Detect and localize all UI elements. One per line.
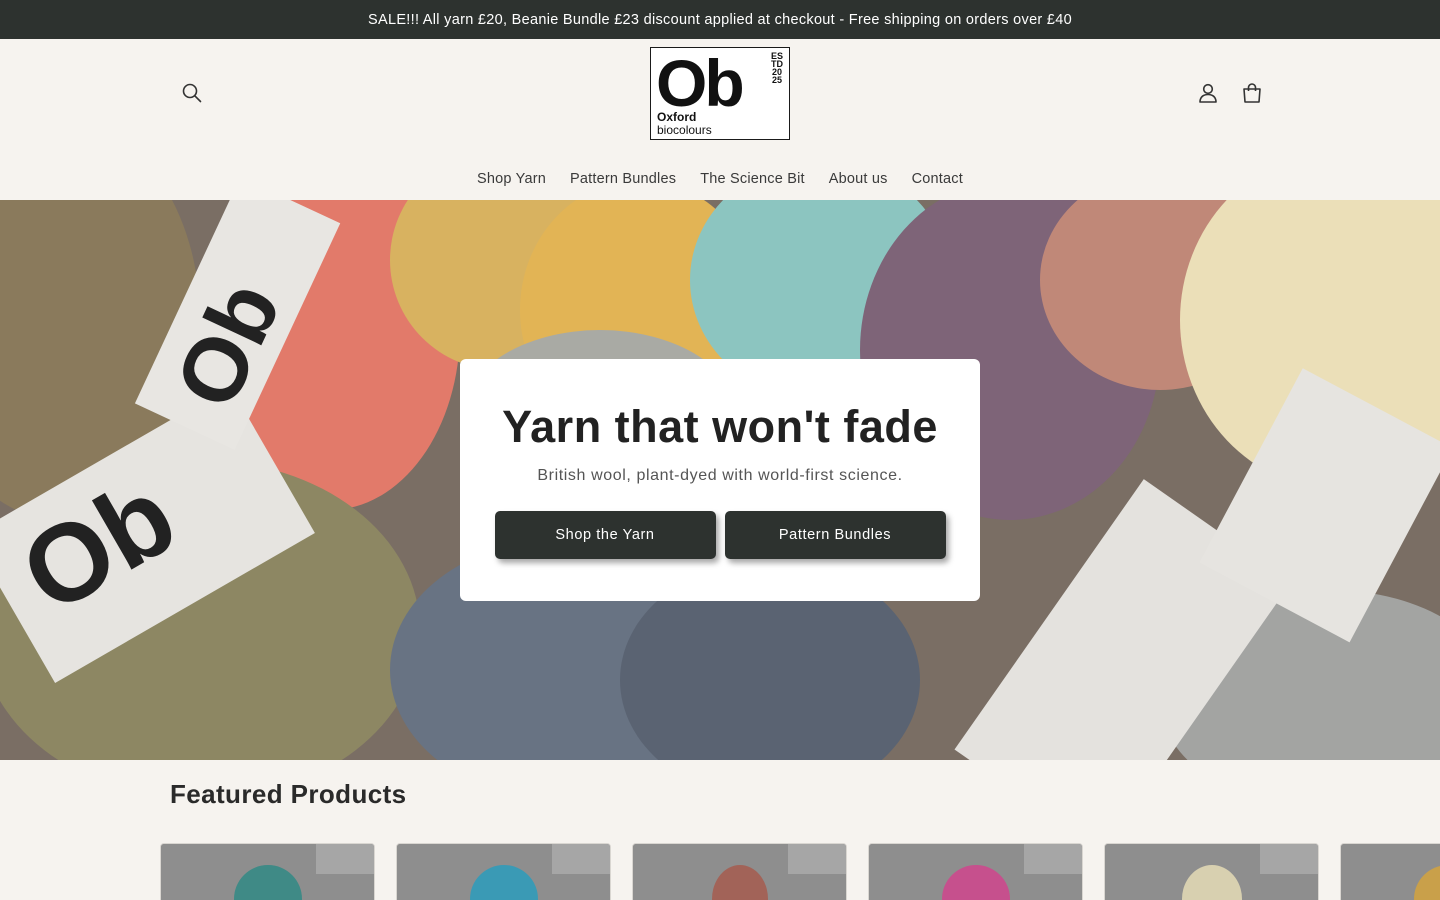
cart-button[interactable] bbox=[1232, 73, 1272, 113]
featured-products-grid bbox=[160, 843, 1440, 900]
logo-mark: Ob bbox=[656, 46, 745, 120]
user-icon bbox=[1199, 83, 1217, 103]
product-card[interactable] bbox=[1104, 843, 1319, 900]
nav-item-about-us[interactable]: About us bbox=[817, 167, 900, 191]
account-button[interactable] bbox=[1188, 73, 1228, 113]
product-card[interactable] bbox=[396, 843, 611, 900]
shop-the-yarn-button[interactable]: Shop the Yarn bbox=[494, 511, 716, 559]
search-button[interactable] bbox=[172, 73, 212, 113]
nav-item-pattern-bundles[interactable]: Pattern Bundles bbox=[558, 167, 688, 191]
product-card[interactable] bbox=[160, 843, 375, 900]
product-image bbox=[869, 844, 1082, 900]
nav-item-science-bit[interactable]: The Science Bit bbox=[688, 167, 817, 191]
site-header: Ob ES TD 20 25 Oxford biocolours Shop Ya… bbox=[0, 39, 1440, 200]
product-card[interactable] bbox=[1340, 843, 1440, 900]
bag-icon bbox=[1243, 83, 1261, 103]
hero-banner: Ob Ob Yarn that won't fade British wool,… bbox=[0, 200, 1440, 760]
search-icon bbox=[182, 83, 202, 103]
product-image bbox=[1341, 844, 1440, 900]
logo-established: ES TD 20 25 bbox=[769, 52, 785, 85]
announcement-text: SALE!!! All yarn £20, Beanie Bundle £23 … bbox=[368, 11, 1072, 28]
product-card[interactable] bbox=[632, 843, 847, 900]
logo-name-line2: biocolours bbox=[657, 123, 712, 137]
nav-item-shop-yarn[interactable]: Shop Yarn bbox=[465, 167, 558, 191]
nav-item-contact[interactable]: Contact bbox=[900, 167, 975, 191]
product-card[interactable] bbox=[868, 843, 1083, 900]
main-nav: Shop Yarn Pattern Bundles The Science Bi… bbox=[0, 167, 1440, 191]
announcement-bar: SALE!!! All yarn £20, Beanie Bundle £23 … bbox=[0, 0, 1440, 39]
hero-card: Yarn that won't fade British wool, plant… bbox=[460, 359, 980, 601]
product-image bbox=[397, 844, 610, 900]
logo-est-line: 25 bbox=[771, 75, 782, 85]
hero-subtitle: British wool, plant-dyed with world-firs… bbox=[537, 467, 903, 484]
hero-buttons: Shop the Yarn Pattern Bundles bbox=[460, 511, 980, 559]
pattern-bundles-button[interactable]: Pattern Bundles bbox=[724, 511, 946, 559]
hero-title: Yarn that won't fade bbox=[502, 401, 938, 452]
product-image bbox=[633, 844, 846, 900]
product-image bbox=[1105, 844, 1318, 900]
featured-products-title: Featured Products bbox=[170, 779, 407, 809]
site-logo[interactable]: Ob ES TD 20 25 Oxford biocolours bbox=[650, 47, 790, 140]
product-image bbox=[161, 844, 374, 900]
